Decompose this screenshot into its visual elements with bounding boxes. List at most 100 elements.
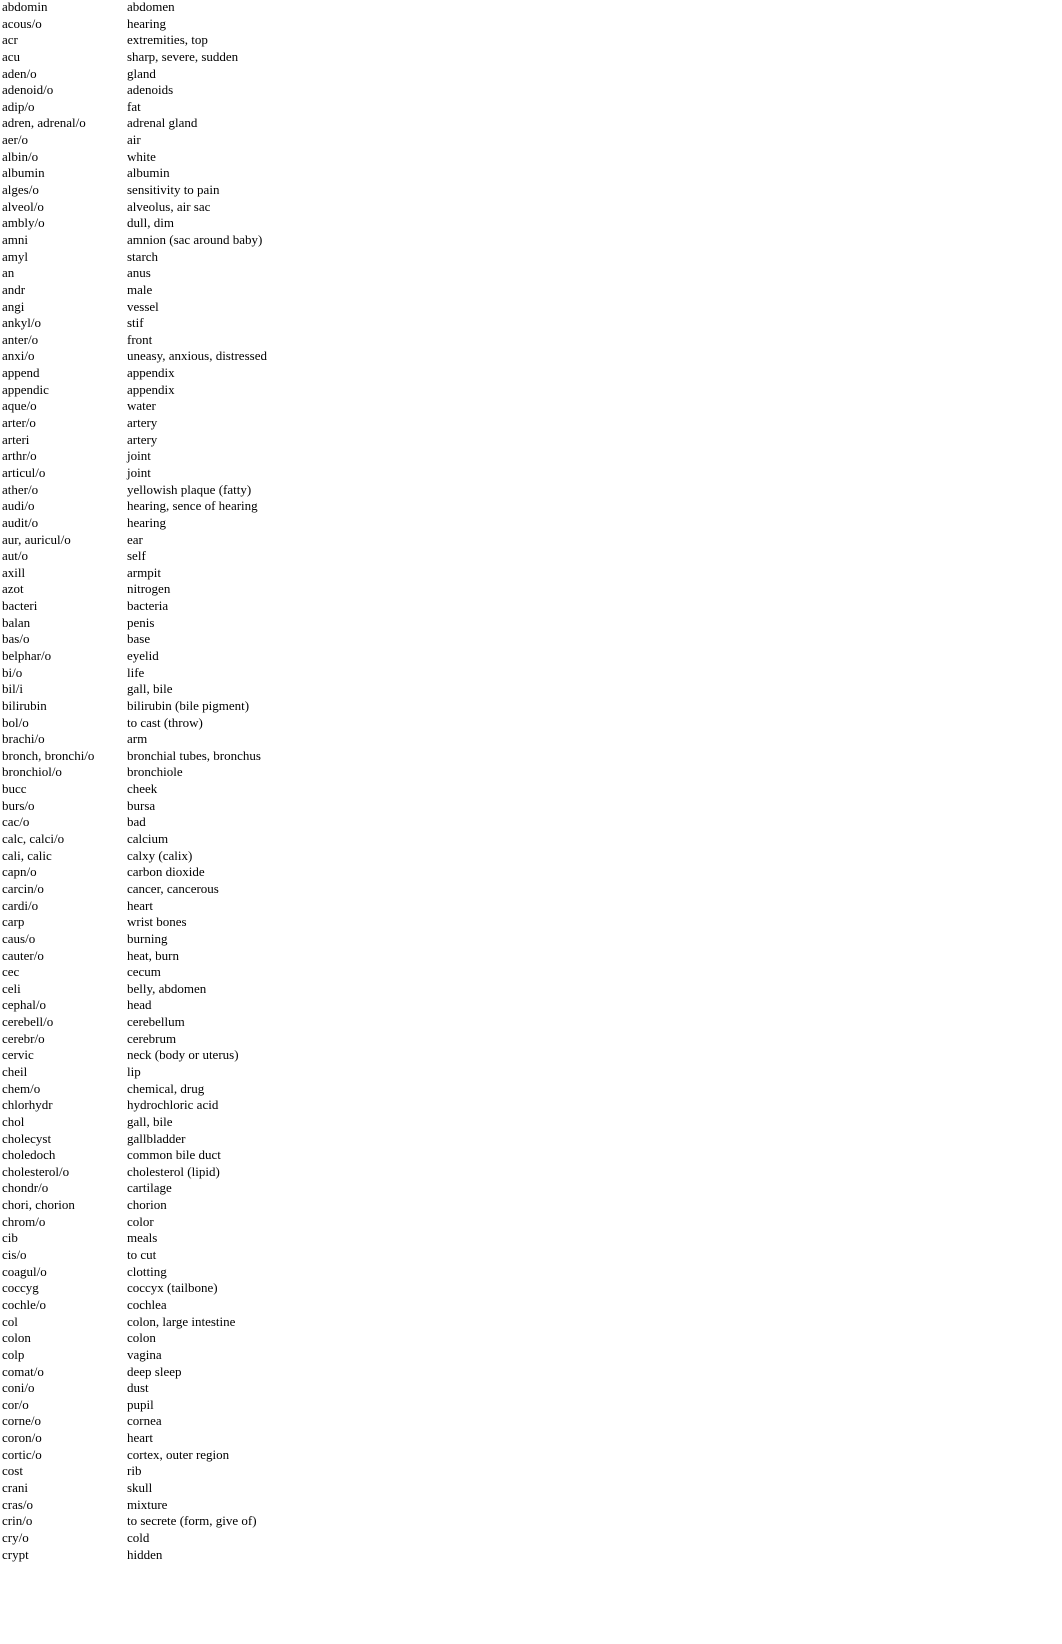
table-row: chori, chorion chorion	[2, 1197, 267, 1214]
meaning: alveolus, air sac	[127, 198, 211, 214]
word-root: cras/o	[2, 1496, 34, 1512]
word-root: brachi/o	[2, 731, 45, 747]
word-root: audi/o	[2, 498, 35, 514]
meaning: bronchial tubes, bronchus	[127, 747, 261, 763]
word-root: anxi/o	[2, 348, 35, 364]
meaning: bad	[127, 814, 146, 830]
table-row: an anus	[2, 265, 267, 282]
word-root: bol/o	[2, 714, 29, 730]
table-row: brachi/o arm	[2, 731, 267, 748]
table-row: caus/o burning	[2, 931, 267, 948]
table-row: chondr/o cartilage	[2, 1180, 267, 1197]
word-root: cec	[2, 964, 20, 980]
meaning: bursa	[127, 797, 156, 813]
meaning: joint	[127, 448, 151, 464]
meaning: nitrogen	[127, 581, 171, 597]
word-root: cholecyst	[2, 1130, 52, 1146]
word-root: albumin	[2, 165, 45, 181]
word-root: abdomin	[2, 0, 48, 14]
meaning: cecum	[127, 964, 161, 980]
meaning: cerebellum	[127, 1014, 185, 1030]
word-root: calc, calci/o	[2, 831, 65, 847]
word-root: azot	[2, 581, 24, 597]
table-row: cis/o to cut	[2, 1247, 267, 1264]
word-root: col	[2, 1313, 18, 1329]
word-root: coron/o	[2, 1430, 42, 1446]
table-row: audi/o hearing, sence of hearing	[2, 498, 267, 515]
table-row: belphar/o eyelid	[2, 648, 267, 665]
word-root: carcin/o	[2, 880, 44, 896]
meaning: uneasy, anxious, distressed	[127, 348, 267, 364]
word-root: acu	[2, 48, 21, 64]
table-row: ambly/o dull, dim	[2, 215, 267, 232]
word-root: chrom/o	[2, 1213, 46, 1229]
table-row: cor/o pupil	[2, 1397, 267, 1414]
meaning: cancer, cancerous	[127, 880, 219, 896]
meaning: white	[127, 148, 156, 164]
table-row: coccyg coccyx (tailbone)	[2, 1280, 267, 1297]
meaning: chemical, drug	[127, 1080, 205, 1096]
table-row: balan penis	[2, 615, 267, 632]
word-root: arter/o	[2, 415, 36, 431]
meaning: life	[127, 664, 145, 680]
word-root: cor/o	[2, 1396, 29, 1412]
word-root: capn/o	[2, 864, 37, 880]
table-row: axill armpit	[2, 565, 267, 582]
word-root: alges/o	[2, 182, 39, 198]
meaning: common bile duct	[127, 1147, 221, 1163]
word-root: angi	[2, 298, 25, 314]
table-row: cauter/o heat, burn	[2, 948, 267, 965]
word-root: belphar/o	[2, 647, 52, 663]
table-row: chem/o chemical, drug	[2, 1081, 267, 1098]
word-root: cochle/o	[2, 1296, 47, 1312]
meaning: coccyx (tailbone)	[127, 1280, 218, 1296]
table-row: cortic/o cortex, outer region	[2, 1447, 267, 1464]
table-row: crin/o to secrete (form, give of)	[2, 1513, 267, 1530]
word-root: coni/o	[2, 1380, 35, 1396]
meaning: front	[127, 331, 153, 347]
meaning: to cast (throw)	[127, 714, 203, 730]
word-root: arteri	[2, 431, 30, 447]
table-row: adren, adrenal/o adrenal gland	[2, 115, 267, 132]
word-root: acr	[2, 32, 18, 48]
table-row: cib meals	[2, 1230, 267, 1247]
table-row: abdomin abdomen	[2, 0, 267, 16]
word-root: chori, chorion	[2, 1197, 75, 1213]
meaning: ear	[127, 531, 143, 547]
table-row: arteri artery	[2, 432, 267, 449]
meaning: lip	[127, 1064, 141, 1079]
word-root: coagul/o	[2, 1263, 47, 1279]
meaning: artery	[127, 431, 158, 447]
word-root: burs/o	[2, 797, 35, 813]
meaning: eyelid	[127, 647, 159, 663]
table-row: aut/o self	[2, 548, 267, 565]
word-root: bil/i	[2, 681, 23, 697]
meaning: cochlea	[127, 1296, 167, 1312]
meaning: to cut	[127, 1247, 157, 1263]
meaning: appendix	[127, 381, 175, 397]
word-root: ather/o	[2, 481, 39, 497]
table-row: bi/o life	[2, 665, 267, 682]
meaning: bacteria	[127, 598, 169, 614]
table-row: col colon, large intestine	[2, 1314, 267, 1331]
table-row: anter/o front	[2, 332, 267, 349]
table-row: capn/o carbon dioxide	[2, 864, 267, 881]
table-row: albin/o white	[2, 149, 267, 166]
meaning: skull	[127, 1480, 153, 1496]
word-root: aden/o	[2, 65, 37, 81]
word-root: cauter/o	[2, 947, 44, 963]
meaning: to secrete (form, give of)	[127, 1513, 257, 1529]
word-root: andr	[2, 281, 26, 297]
table-row: arthr/o joint	[2, 448, 267, 465]
glossary-table: abdomin abdomen acous/o hearing acr extremiti…	[2, 0, 267, 1563]
table-row: cali, calic calxy (calix)	[2, 848, 267, 865]
meaning: heart	[127, 897, 153, 913]
word-root: chem/o	[2, 1080, 41, 1096]
meaning: burning	[127, 930, 168, 946]
table-row: cerebell/o cerebellum	[2, 1014, 267, 1031]
meaning: carbon dioxide	[127, 864, 205, 880]
meaning: starch	[127, 248, 159, 264]
word-root: ambly/o	[2, 215, 45, 231]
table-row: aur, auricul/o ear	[2, 532, 267, 549]
word-root: cib	[2, 1230, 18, 1246]
